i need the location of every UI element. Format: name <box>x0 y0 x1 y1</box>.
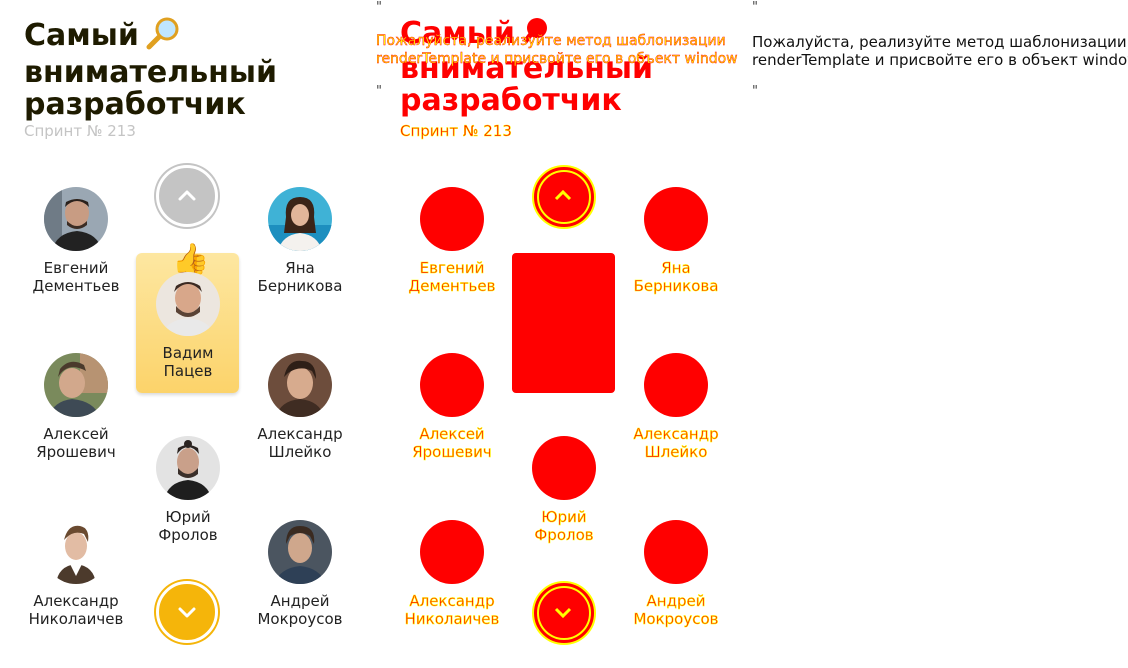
overlay-message: Пожалуйста, реализуйте метод шаблонизаци… <box>376 33 738 67</box>
quote-mark: " <box>752 0 758 15</box>
person-name: Яна Берникова <box>257 259 343 295</box>
person-name: Вадим Пацев <box>162 344 214 380</box>
chevron-down-icon <box>178 607 196 618</box>
message-line: renderTemplate и присвойте его в объект … <box>752 51 1128 69</box>
avatar <box>156 272 220 336</box>
chevron-up-icon <box>554 189 572 201</box>
person-card: Яна Берникова <box>240 187 360 295</box>
title-line: разработчик <box>400 83 622 118</box>
avatar <box>156 436 220 500</box>
diff-panel: " " Самый внимательный разработчик Пожал… <box>376 0 752 668</box>
diff-person: Юрий Фролов <box>504 436 624 544</box>
person-card: Андрей Мокроусов <box>240 520 360 628</box>
avatar <box>268 187 332 251</box>
diff-person: Александр Николаичев <box>392 520 512 628</box>
avatar <box>44 520 108 584</box>
person-card: Евгений Дементьев <box>16 187 136 295</box>
title-line: разработчик <box>24 87 246 122</box>
avatar <box>268 353 332 417</box>
person-name: Евгений Дементьев <box>32 259 120 295</box>
diff-person: Александр Шлейко <box>616 353 736 461</box>
avatar <box>268 520 332 584</box>
sprint-subtitle: Спринт № 213 <box>24 122 136 140</box>
scroll-up-button[interactable] <box>156 165 218 227</box>
person-card: Александр Шлейко <box>240 353 360 461</box>
task-message: Пожалуйста, реализуйте метод шаблонизаци… <box>752 33 1128 69</box>
scroll-down-button[interactable] <box>156 581 218 643</box>
avatar <box>44 353 108 417</box>
leader-person: Вадим Пацев <box>128 272 248 380</box>
diff-leader-card <box>512 253 615 393</box>
quote-mark: " <box>376 0 382 15</box>
diff-up-button <box>532 165 596 229</box>
diff-person: Алексей Ярошевич <box>392 353 512 461</box>
avatar <box>44 187 108 251</box>
title-line: Самый <box>24 18 139 53</box>
chevron-down-icon <box>554 607 572 619</box>
person-name: Александр Шлейко <box>257 425 343 461</box>
chevron-up-icon <box>178 190 196 201</box>
person-name: Юрий Фролов <box>158 508 218 544</box>
person-name: Андрей Мокроусов <box>257 592 343 628</box>
page-title: Самый внимательный разработчик <box>24 16 354 121</box>
person-name: Алексей Ярошевич <box>36 425 116 461</box>
diff-down-button <box>532 581 596 645</box>
diff-person: Евгений Дементьев <box>392 187 512 295</box>
person-name: Александр Николаичев <box>28 592 124 628</box>
message-panel: " Пожалуйста, реализуйте метод шаблониза… <box>752 0 1128 668</box>
thumbs-up-icon: 👍 <box>172 242 210 277</box>
diff-person: Андрей Мокроусов <box>616 520 736 628</box>
quote-mark: " <box>752 84 758 99</box>
quote-mark: " <box>376 84 382 99</box>
person-card: Алексей Ярошевич <box>16 353 136 461</box>
diff-person: Яна Берникова <box>616 187 736 295</box>
title-line: внимательный <box>24 55 278 90</box>
magnifier-icon <box>145 16 183 57</box>
slide-panel: Самый внимательный разработчик Спринт № … <box>0 0 376 668</box>
person-card: Юрий Фролов <box>128 436 248 544</box>
person-card: Александр Николаичев <box>16 520 136 628</box>
message-line: Пожалуйста, реализуйте метод шаблонизаци… <box>752 33 1127 51</box>
diff-subtitle: Спринт № 213 <box>400 122 512 141</box>
